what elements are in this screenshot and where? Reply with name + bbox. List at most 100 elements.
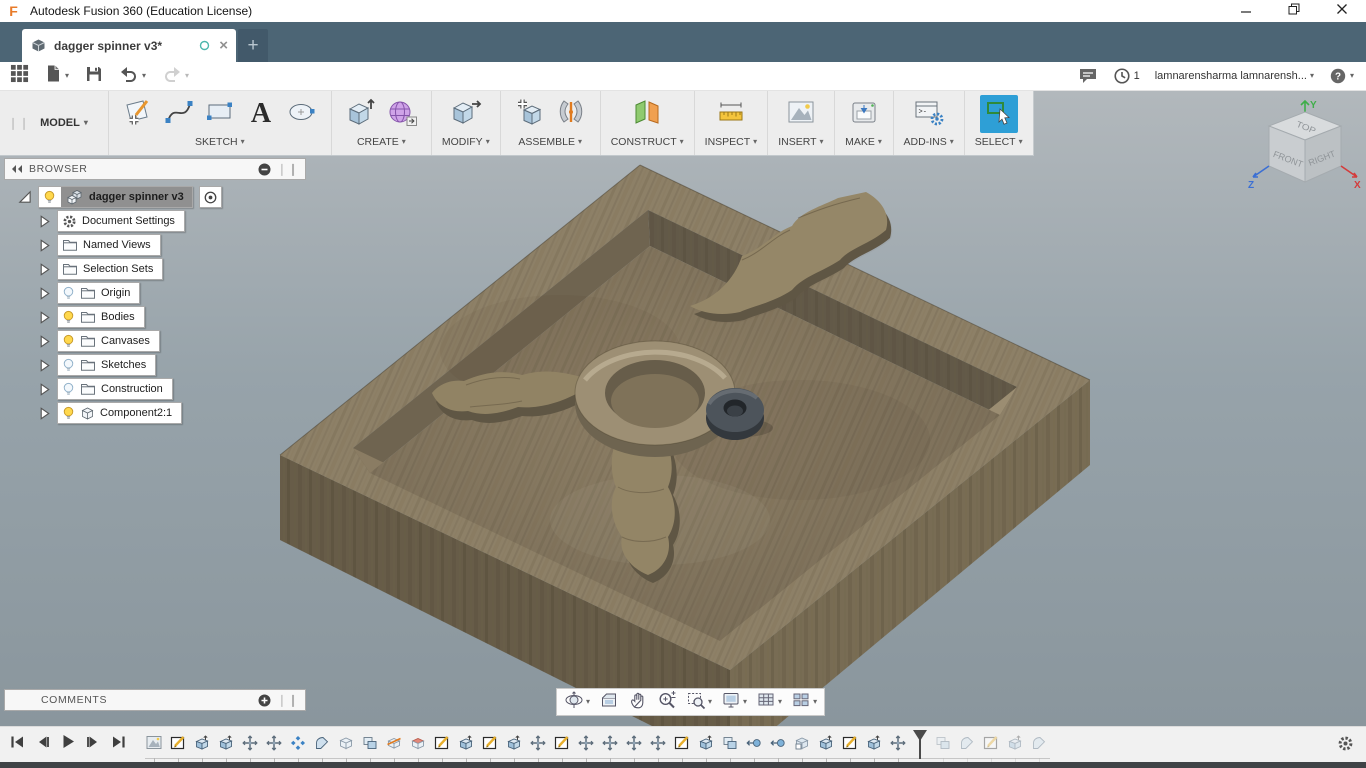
- timeline-feature-extrude[interactable]: [1006, 734, 1023, 762]
- timeline-feature-surface[interactable]: [409, 737, 426, 762]
- press-pull-button[interactable]: [447, 95, 485, 133]
- browser-item-dagger-spinner-v3[interactable]: dagger spinner v3: [38, 186, 193, 208]
- timeline-feature-pattern[interactable]: [289, 735, 306, 762]
- extrude-button[interactable]: [342, 95, 380, 133]
- chevron-down-icon[interactable]: ▾: [142, 72, 146, 80]
- joint-button[interactable]: [552, 95, 590, 133]
- timeline-feature-move[interactable]: [241, 734, 258, 762]
- skip-start-button[interactable]: [10, 735, 25, 749]
- ribbon-menu-insert[interactable]: INSERT ▾: [778, 136, 823, 148]
- construct-plane-button[interactable]: [628, 95, 666, 133]
- ribbon-menu-create[interactable]: CREATE ▾: [357, 136, 406, 148]
- collapse-panel-icon[interactable]: [11, 164, 23, 174]
- visibility-bulb-icon[interactable]: [62, 286, 75, 301]
- ribbon-menu-inspect[interactable]: INSPECT ▾: [705, 136, 758, 148]
- visibility-bulb-icon[interactable]: [62, 358, 75, 373]
- browser-item-document-settings[interactable]: Document Settings: [57, 210, 185, 232]
- step-back-button[interactable]: [36, 735, 50, 749]
- expand-arrow-icon[interactable]: [38, 358, 51, 373]
- visibility-bulb-icon[interactable]: [62, 382, 75, 397]
- timeline-feature-extrude[interactable]: [697, 734, 714, 762]
- timeline-feature-extrude[interactable]: [457, 734, 474, 762]
- expand-arrow-icon[interactable]: [38, 406, 51, 421]
- timeline-feature-extrude[interactable]: [193, 734, 210, 762]
- panel-grip[interactable]: ❘❙: [277, 693, 299, 707]
- spline-button[interactable]: [160, 95, 198, 133]
- browser-item-named-views[interactable]: Named Views: [57, 234, 161, 256]
- job-status-button[interactable]: 1: [1113, 67, 1140, 85]
- timeline-feature-sketch[interactable]: [841, 735, 858, 762]
- save-button[interactable]: [85, 65, 103, 88]
- browser-item-component2-1[interactable]: Component2:1: [57, 402, 183, 424]
- create-sketch-button[interactable]: [119, 95, 157, 133]
- chevron-down-icon[interactable]: ▾: [708, 698, 712, 706]
- timeline-feature-combine[interactable]: [934, 736, 951, 762]
- timeline-feature-extrude[interactable]: [865, 734, 882, 762]
- timeline-feature-move[interactable]: [529, 734, 546, 762]
- ribbon-menu-add-ins[interactable]: ADD-INS ▾: [904, 136, 954, 148]
- panel-grip[interactable]: ❘❙: [277, 162, 299, 176]
- print-3d-button[interactable]: [845, 95, 883, 133]
- browser-item-selection-sets[interactable]: Selection Sets: [57, 258, 164, 280]
- expand-arrow-icon[interactable]: [38, 262, 51, 277]
- timeline-feature-sketch[interactable]: [553, 735, 570, 762]
- timeline-feature-move[interactable]: [577, 734, 594, 762]
- timeline-feature-extrude[interactable]: [505, 734, 522, 762]
- minimize-button[interactable]: [1222, 0, 1270, 22]
- expand-arrow-icon[interactable]: [38, 286, 51, 301]
- chevron-down-icon[interactable]: ▾: [586, 698, 590, 706]
- timeline-feature-extrude[interactable]: [817, 734, 834, 762]
- chevron-down-icon[interactable]: ▾: [743, 698, 747, 706]
- new-tab-button[interactable]: +: [238, 29, 268, 62]
- expand-arrow-icon[interactable]: [38, 334, 51, 349]
- timeline-feature-sketch[interactable]: [433, 735, 450, 762]
- ribbon-menu-assemble[interactable]: ASSEMBLE ▾: [518, 136, 582, 148]
- visibility-bulb-icon[interactable]: [62, 310, 75, 325]
- browser-item-bodies[interactable]: Bodies: [57, 306, 145, 328]
- redo-button[interactable]: ▾: [162, 66, 189, 87]
- ribbon-menu-construct[interactable]: CONSTRUCT ▾: [611, 136, 684, 148]
- timeline-feature-fillet[interactable]: [1030, 736, 1047, 762]
- viewports-button[interactable]: ▾: [791, 690, 817, 715]
- browser-item-canvases[interactable]: Canvases: [57, 330, 160, 352]
- timeline-feature-fillet[interactable]: [313, 736, 330, 762]
- help-menu[interactable]: ? ▾: [1329, 67, 1354, 85]
- visibility-bulb-icon[interactable]: [62, 406, 75, 421]
- step-forward-button[interactable]: [86, 735, 100, 749]
- workspace-switcher[interactable]: ❘❘ MODEL ▾: [0, 90, 108, 155]
- add-ins-button[interactable]: >-: [910, 95, 948, 133]
- insert-image-button[interactable]: [782, 95, 820, 133]
- toolbar-grip[interactable]: ❘❘: [8, 116, 30, 130]
- file-button[interactable]: ▾: [45, 64, 69, 88]
- form-button[interactable]: [383, 95, 421, 133]
- expand-arrow-icon[interactable]: [38, 238, 51, 253]
- expand-arrow-icon[interactable]: [38, 214, 51, 229]
- restore-button[interactable]: [1270, 0, 1318, 22]
- undo-button[interactable]: ▾: [119, 66, 146, 87]
- measure-button[interactable]: [712, 95, 750, 133]
- visibility-bulb-icon[interactable]: [62, 334, 75, 349]
- timeline-feature-component[interactable]: [793, 737, 810, 762]
- timeline-feature-combine[interactable]: [361, 736, 378, 762]
- select-button[interactable]: [979, 95, 1018, 133]
- timeline-feature-joint[interactable]: [769, 737, 786, 762]
- close-button[interactable]: [1318, 0, 1366, 22]
- rectangle-button[interactable]: [201, 95, 239, 133]
- ellipse-button[interactable]: [283, 95, 321, 133]
- expand-arrow-icon[interactable]: [38, 382, 51, 397]
- play-button[interactable]: [61, 734, 75, 749]
- timeline-feature-fillet[interactable]: [958, 736, 975, 762]
- timeline-feature-sketch[interactable]: [673, 735, 690, 762]
- timeline-feature-move[interactable]: [625, 734, 642, 762]
- orbit-button[interactable]: ▾: [564, 690, 590, 715]
- expand-arrow-icon[interactable]: [38, 310, 51, 325]
- chevron-down-icon[interactable]: ▾: [65, 72, 69, 80]
- ribbon-menu-modify[interactable]: MODIFY ▾: [442, 136, 490, 148]
- document-tab[interactable]: dagger spinner v3* ×: [22, 29, 236, 62]
- browser-item-sketches[interactable]: Sketches: [57, 354, 157, 376]
- zoom-window-button[interactable]: ▾: [686, 690, 712, 715]
- visibility-bulb-icon[interactable]: [43, 190, 56, 205]
- timeline-playhead[interactable]: [913, 730, 927, 760]
- minimize-panel-icon[interactable]: [258, 163, 271, 176]
- skip-end-button[interactable]: [111, 735, 126, 749]
